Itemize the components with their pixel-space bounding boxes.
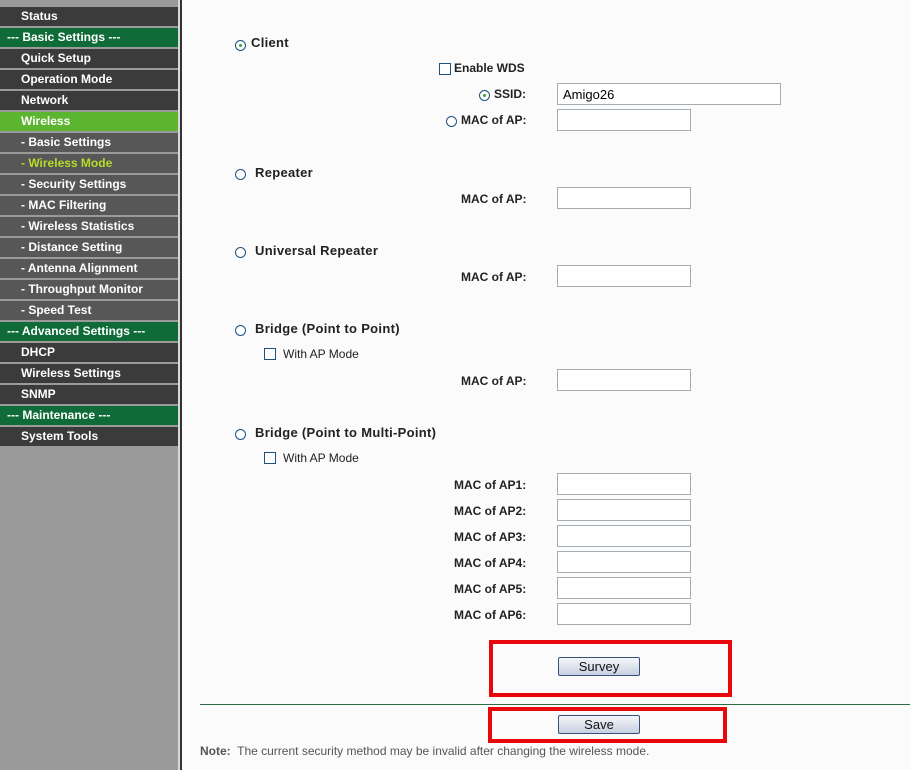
- ptmp-mac-input-6[interactable]: [557, 603, 691, 625]
- sidebar-item[interactable]: Operation Mode: [0, 70, 178, 89]
- ptmp-ap-mode-label: With AP Mode: [283, 451, 359, 465]
- ssid-label: SSID:: [494, 87, 527, 101]
- ptmp-mac-input-3[interactable]: [557, 525, 691, 547]
- sidebar-item[interactable]: - Wireless Mode: [0, 154, 178, 173]
- sidebar-item[interactable]: Wireless Settings: [0, 364, 178, 383]
- ptmp-mac-label: MAC of AP3:: [454, 530, 527, 544]
- sidebar-item[interactable]: - Wireless Statistics: [0, 217, 178, 236]
- save-button[interactable]: Save: [558, 715, 640, 734]
- bridge-ptp-label: Bridge (Point to Point): [255, 321, 400, 336]
- client-mac-input[interactable]: [557, 109, 691, 131]
- sidebar-item[interactable]: Quick Setup: [0, 49, 178, 68]
- sidebar-item[interactable]: - Basic Settings: [0, 133, 178, 152]
- ptp-ap-mode-checkbox[interactable]: [264, 348, 276, 360]
- sidebar-item[interactable]: - Security Settings: [0, 175, 178, 194]
- survey-button[interactable]: Survey: [558, 657, 640, 676]
- sidebar-item[interactable]: - Distance Setting: [0, 238, 178, 257]
- divider: [200, 704, 910, 705]
- sidebar-item[interactable]: System Tools: [0, 427, 178, 446]
- ptmp-mac-input-5[interactable]: [557, 577, 691, 599]
- universal-mac-input[interactable]: [557, 265, 691, 287]
- ptmp-mac-input-4[interactable]: [557, 551, 691, 573]
- bridge-ptmp-label: Bridge (Point to Multi-Point): [255, 425, 437, 440]
- universal-repeater-label: Universal Repeater: [255, 243, 379, 258]
- repeater-label: Repeater: [255, 165, 314, 180]
- client-label: Client: [251, 35, 289, 50]
- enable-wds-checkbox[interactable]: [439, 63, 451, 75]
- sidebar-section-header: --- Basic Settings ---: [0, 28, 178, 47]
- note-text: The current security method may be inval…: [237, 744, 650, 758]
- bridge-ptmp-radio[interactable]: [235, 429, 246, 440]
- sidebar-item[interactable]: - MAC Filtering: [0, 196, 178, 215]
- sidebar: Status --- Basic Settings --- Quick Setup O…: [0, 0, 182, 770]
- universal-repeater-radio[interactable]: [235, 247, 246, 258]
- ptmp-mac-input-1[interactable]: [557, 473, 691, 495]
- sidebar-section-header: --- Advanced Settings ---: [0, 322, 178, 341]
- ssid-input[interactable]: [557, 83, 781, 105]
- sidebar-divider-dark: [180, 0, 182, 770]
- mac-of-ap-radio[interactable]: [446, 116, 457, 127]
- ptp-mac-input[interactable]: [557, 369, 691, 391]
- sidebar-item[interactable]: - Throughput Monitor: [0, 280, 178, 299]
- sidebar-item[interactable]: - Speed Test: [0, 301, 178, 320]
- repeater-mac-label: MAC of AP:: [461, 192, 527, 206]
- sidebar-item[interactable]: - Antenna Alignment: [0, 259, 178, 278]
- ptmp-mac-label: MAC of AP2:: [454, 504, 527, 518]
- ptmp-mac-label: MAC of AP4:: [454, 556, 527, 570]
- ptmp-mac-label: MAC of AP1:: [454, 478, 527, 492]
- bridge-ptp-radio[interactable]: [235, 325, 246, 336]
- note: Note: The current security method may be…: [200, 744, 649, 758]
- sidebar-item[interactable]: Status: [0, 7, 178, 26]
- ssid-radio[interactable]: [479, 90, 490, 101]
- sidebar-item[interactable]: Network: [0, 91, 178, 110]
- universal-mac-label: MAC of AP:: [461, 270, 527, 284]
- enable-wds-label: Enable WDS: [454, 61, 525, 75]
- sidebar-item[interactable]: SNMP: [0, 385, 178, 404]
- ptp-ap-mode-label: With AP Mode: [283, 347, 359, 361]
- ptmp-ap-mode-checkbox[interactable]: [264, 452, 276, 464]
- repeater-mac-input[interactable]: [557, 187, 691, 209]
- repeater-radio[interactable]: [235, 169, 246, 180]
- ptmp-mac-input-2[interactable]: [557, 499, 691, 521]
- note-label: Note:: [200, 744, 231, 758]
- sidebar-item[interactable]: Wireless: [0, 112, 178, 131]
- client-radio[interactable]: [235, 40, 246, 51]
- ptp-mac-label: MAC of AP:: [461, 374, 527, 388]
- ptmp-mac-label: MAC of AP6:: [454, 608, 527, 622]
- sidebar-item[interactable]: DHCP: [0, 343, 178, 362]
- ptmp-mac-label: MAC of AP5:: [454, 582, 527, 596]
- sidebar-section-header: --- Maintenance ---: [0, 406, 178, 425]
- client-mac-label: MAC of AP:: [461, 113, 527, 127]
- sidebar-menu: Status --- Basic Settings --- Quick Setup O…: [0, 7, 178, 448]
